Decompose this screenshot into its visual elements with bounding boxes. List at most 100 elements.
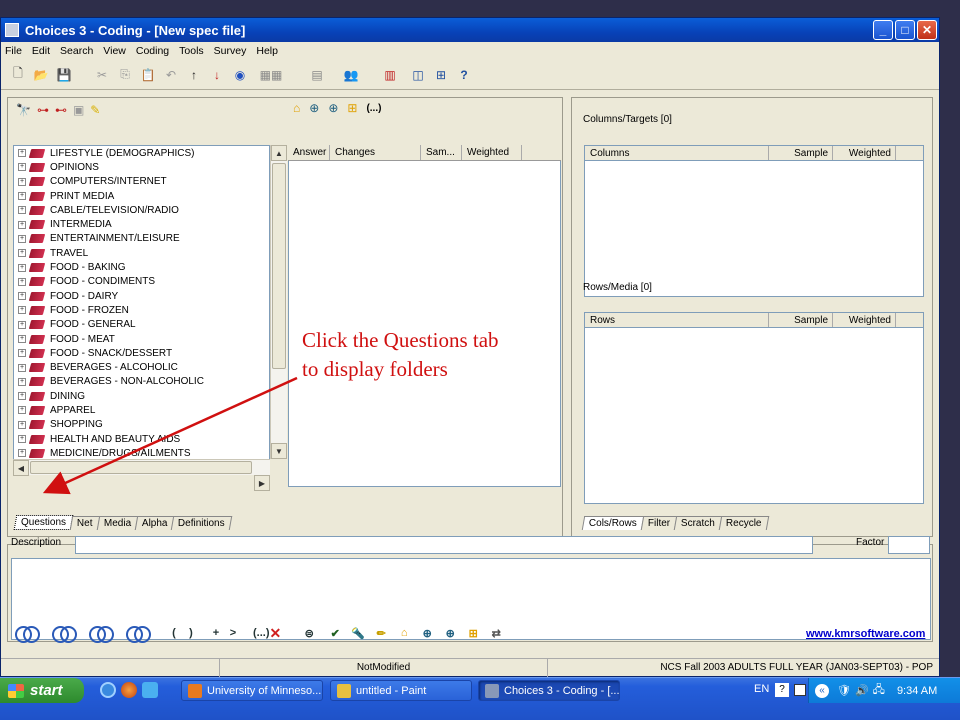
tree-item[interactable]: + FOOD - SNACK/DESSERT	[14, 346, 269, 360]
tree-item[interactable]: + APPAREL	[14, 403, 269, 417]
restore-button[interactable]: □	[895, 20, 915, 40]
binoculars-icon[interactable]: 🔭	[16, 103, 31, 117]
add-net-icon[interactable]: ⊕	[309, 101, 319, 115]
expand-plus-icon[interactable]: +	[18, 263, 26, 272]
col-columns[interactable]: Columns	[585, 146, 769, 160]
whats-this-icon[interactable]: ?	[455, 66, 473, 84]
expand-plus-icon[interactable]: +	[18, 435, 26, 444]
menu-survey[interactable]: Survey	[214, 45, 247, 57]
tree-item[interactable]: + FOOD - CONDIMENTS	[14, 275, 269, 289]
kmr-link[interactable]: www.kmrsoftware.com	[806, 628, 925, 640]
paste-icon[interactable]: 📋	[139, 66, 157, 84]
open-folder-icon[interactable]: 📂	[32, 66, 50, 84]
expand-plus-icon[interactable]: +	[18, 406, 26, 415]
tree-item[interactable]: + FOOD - MEAT	[14, 332, 269, 346]
add-range-icon[interactable]: ⊕	[328, 101, 338, 115]
people-icon[interactable]: 👥	[331, 66, 371, 84]
tree-item[interactable]: + FOOD - FROZEN	[14, 303, 269, 317]
open-paren-button[interactable]: (	[169, 625, 179, 641]
tree-collapse-icon[interactable]: ⊷	[55, 103, 67, 117]
and-icon[interactable]	[15, 626, 40, 643]
hscroll-thumb[interactable]	[30, 461, 252, 474]
title-bar[interactable]: Choices 3 - Coding - [New spec file] _ □…	[1, 18, 939, 42]
quicklaunch-icon[interactable]	[142, 682, 158, 698]
tree-item[interactable]: + DINING	[14, 389, 269, 403]
start-button[interactable]: start	[0, 678, 84, 703]
taskbar-browser[interactable]: University of Minneso...	[181, 680, 323, 701]
tree-horizontal-scrollbar[interactable]: ◀	[13, 459, 270, 476]
plus-button[interactable]: +	[211, 625, 221, 641]
expand-plus-icon[interactable]: +	[18, 192, 26, 201]
tree-item[interactable]: + ENTERTAINMENT/LEISURE	[14, 232, 269, 246]
tab-net[interactable]: Net	[69, 516, 100, 530]
tab-alpha[interactable]: Alpha	[134, 516, 175, 530]
tray-network-icon[interactable]: 🖧	[873, 681, 885, 700]
tray-expand-icon[interactable]: «	[815, 683, 829, 698]
factor-field[interactable]	[888, 536, 930, 554]
properties-icon[interactable]: ▣	[73, 103, 84, 117]
expand-plus-icon[interactable]: +	[18, 392, 26, 401]
add-group2-icon[interactable]: ⊞	[465, 625, 481, 641]
layout-grid-icon[interactable]: ⊞	[432, 66, 450, 84]
tree-item[interactable]: + BEVERAGES - NON-ALCOHOLIC	[14, 375, 269, 389]
rows-list[interactable]	[584, 328, 924, 504]
flashlight-icon[interactable]: 🔦	[350, 625, 366, 641]
scroll-thumb[interactable]	[272, 163, 286, 369]
expand-plus-icon[interactable]: +	[18, 234, 26, 243]
save-icon[interactable]: 💾	[55, 66, 73, 84]
tab-media[interactable]: Media	[96, 516, 139, 530]
expand-plus-icon[interactable]: +	[18, 377, 26, 386]
tray-security-icon[interactable]: 🛡	[837, 684, 851, 697]
menu-edit[interactable]: Edit	[32, 45, 50, 57]
tab-questions[interactable]: Questions	[13, 515, 74, 530]
description-field[interactable]	[75, 536, 813, 554]
scroll-left-icon[interactable]: ◀	[13, 460, 29, 476]
menu-coding[interactable]: Coding	[136, 45, 169, 57]
expand-plus-icon[interactable]: +	[18, 320, 26, 329]
scroll-down-icon[interactable]: ▼	[271, 443, 287, 459]
tree-item[interactable]: + SHOPPING	[14, 418, 269, 432]
expand-plus-icon[interactable]: +	[18, 306, 26, 315]
col-rows[interactable]: Rows	[585, 313, 769, 327]
menu-file[interactable]: File	[5, 45, 22, 57]
scroll-up-icon[interactable]: ▲	[271, 145, 287, 161]
add-item-icon[interactable]: ⌂	[293, 101, 300, 115]
help-circle-icon[interactable]: ◉	[231, 66, 249, 84]
tree-item[interactable]: + CABLE/TELEVISION/RADIO	[14, 203, 269, 217]
or-not-icon[interactable]	[126, 626, 151, 643]
language-indicator[interactable]: EN	[754, 683, 769, 695]
undo-icon[interactable]: ↶	[162, 66, 180, 84]
and-not-icon[interactable]	[89, 626, 114, 643]
col-rows-weighted[interactable]: Weighted	[833, 313, 896, 327]
tree-item[interactable]: + PRINT MEDIA	[14, 189, 269, 203]
menu-view[interactable]: View	[103, 45, 126, 57]
tab-filter[interactable]: Filter	[640, 516, 678, 530]
highlight-icon[interactable]: ✎	[90, 103, 100, 117]
columns-list[interactable]	[584, 161, 924, 297]
grid-icon[interactable]: ▦▦	[254, 66, 288, 84]
expand-plus-icon[interactable]: +	[18, 292, 26, 301]
tab-scratch[interactable]: Scratch	[673, 516, 723, 530]
ie-icon[interactable]	[100, 682, 116, 698]
firefox-icon[interactable]	[121, 682, 137, 698]
tab-recycle[interactable]: Recycle	[718, 516, 769, 530]
col-rows-sample[interactable]: Sample	[769, 313, 833, 327]
expand-plus-icon[interactable]: +	[18, 206, 26, 215]
col-columns-sample[interactable]: Sample	[769, 146, 833, 160]
expand-plus-icon[interactable]: +	[18, 177, 26, 186]
clock[interactable]: 9:34 AM	[897, 685, 937, 697]
expand-plus-icon[interactable]: +	[18, 420, 26, 429]
up-sort-icon[interactable]: ↑	[185, 66, 203, 84]
tree-item[interactable]: + LIFESTYLE (DEMOGRAPHICS)	[14, 146, 269, 160]
report-icon[interactable]: ▥	[376, 66, 404, 84]
tree-item[interactable]: + TRAVEL	[14, 246, 269, 260]
expand-plus-icon[interactable]: +	[18, 163, 26, 172]
expression-button[interactable]: (...)	[366, 103, 381, 114]
expand-plus-icon[interactable]: +	[18, 277, 26, 286]
col-columns-weighted[interactable]: Weighted	[833, 146, 896, 160]
expand-plus-icon[interactable]: +	[18, 149, 26, 158]
monitor-tray-icon[interactable]	[794, 684, 806, 696]
expand-plus-icon[interactable]: +	[18, 220, 26, 229]
add-range2-icon[interactable]: ⊕	[442, 625, 458, 641]
clear-expression-button[interactable]: (...) ✕	[253, 625, 281, 641]
